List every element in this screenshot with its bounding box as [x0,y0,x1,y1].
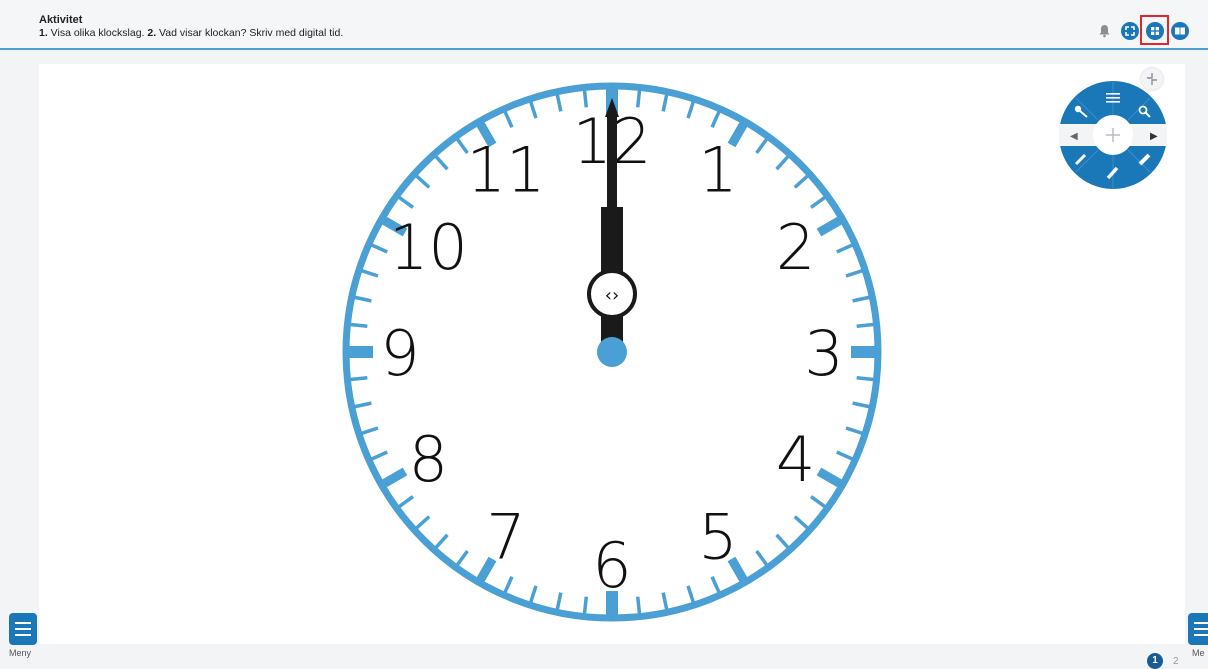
analog-clock[interactable]: 121234567891011 ‹› [39,64,1185,644]
minute-tick [434,533,449,550]
minute-tick [755,549,769,567]
clock-number: 8 [409,423,448,496]
minute-tick [775,533,790,550]
hour-tick [381,467,408,488]
fullscreen-icon [1125,26,1135,36]
minute-tick [353,295,372,303]
minute-tick [852,401,871,409]
menu-label-right: Me [1192,648,1205,658]
minute-tick [360,268,379,278]
right-arrow-icon[interactable]: ▶ [1150,131,1158,142]
selected-highlight [1140,15,1169,45]
minute-tick [710,576,721,594]
minute-tick [845,426,864,436]
minute-tick [836,450,854,461]
minute-tick [528,585,538,604]
minute-tick [836,243,854,254]
drag-arrows-icon[interactable]: ‹› [605,285,619,306]
menu-button-right[interactable] [1188,613,1208,645]
fullscreen-button[interactable] [1121,22,1139,40]
book-view-button[interactable] [1171,22,1189,40]
minute-tick [434,154,449,171]
clock-number: 1 [698,133,737,206]
minute-tick [528,100,538,119]
minute-tick [414,515,431,530]
list-icon[interactable] [1106,93,1120,103]
minute-tick [397,195,415,209]
minute-tick [793,515,810,530]
minute-tick [856,375,875,382]
minute-tick [370,243,388,254]
minute-tick [856,322,875,329]
minute-tick [809,495,827,509]
step1-text: Visa olika klockslag. [47,27,148,39]
clock-number: 6 [592,529,631,602]
clock-number: 9 [380,317,419,390]
step2-number: 2. [147,27,157,39]
step2-text: Vad visar klockan? Skriv med digital tid… [156,27,344,39]
clock-number: 3 [804,317,843,390]
minute-tick [397,495,415,509]
book-icon [1175,27,1185,35]
minute-tick [710,110,721,128]
minute-tick [852,295,871,303]
minute-tick [845,268,864,278]
minute-tick [555,592,563,611]
minute-tick [455,549,469,567]
minute-tick [360,426,379,436]
minute-tick [661,93,669,112]
hour-tick [816,467,843,488]
page-indicator-next[interactable]: 2 [1173,656,1179,667]
clock-center-dot[interactable] [597,337,627,367]
minute-tick [414,174,431,189]
minute-tick [635,596,642,615]
minute-tick [755,137,769,155]
activity-title: Aktivitet [39,14,83,26]
clock-number: 4 [776,423,815,496]
minute-tick [353,401,372,409]
clock-number: 2 [776,211,815,284]
hour-tick [816,216,843,237]
step1-number: 1. [39,27,48,39]
activity-instructions: 1. Visa olika klockslag. 2. Vad visar kl… [39,27,343,39]
page-indicator-current[interactable]: 1 [1147,653,1163,669]
minute-tick [503,576,514,594]
minute-tick [793,174,810,189]
minute-tick [775,154,790,171]
activity-header: Aktivitet 1. Visa olika klockslag. 2. Va… [0,0,1208,50]
minute-tick [503,110,514,128]
bell-icon[interactable] [1098,24,1111,38]
minute-tick [661,592,669,611]
minute-tick [555,93,563,112]
tool-wheel[interactable]: ◀ ▶ [1058,80,1168,190]
minute-tick [370,450,388,461]
minute-tick [686,585,696,604]
minute-tick [686,100,696,119]
left-arrow-icon[interactable]: ◀ [1070,131,1078,142]
minute-tick [349,375,368,382]
clock-stage: 121234567891011 ‹› [39,64,1185,644]
minute-tick [582,596,589,615]
menu-label-left: Meny [9,648,32,658]
clock-number: 5 [698,501,737,574]
minute-tick [349,322,368,329]
clock-number: 7 [486,501,525,574]
minute-tick [809,195,827,209]
clock-number: 11 [467,133,546,206]
menu-button-left[interactable] [9,613,37,645]
clock-number: 10 [389,211,468,284]
